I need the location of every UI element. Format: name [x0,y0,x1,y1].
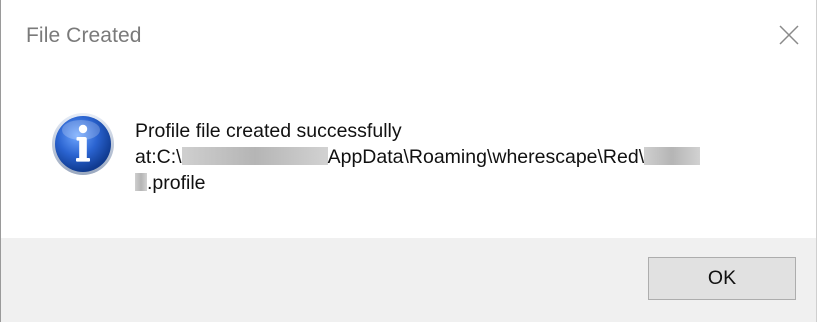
message-dialog: File Created Profile file created succes… [0,0,817,322]
path-suffix: .profile [147,172,206,194]
ok-button[interactable]: OK [648,257,796,300]
path-middle: AppData\Roaming\wherescape\Red\ [327,146,645,168]
close-icon [779,25,799,45]
dialog-content: Profile file created successfully at:C:\… [1,74,816,238]
path-prefix: at:C:\ [135,146,182,168]
message-line-1: Profile file created successfully [135,120,402,142]
dialog-title: File Created [26,24,142,47]
redacted-profile-name-continued [135,173,147,192]
message-line-2: at:C:\ AppData\Roaming\wherescape\Red\ [135,144,701,170]
ok-button-label: OK [707,267,737,289]
message-text: Profile file created successfully at:C:\… [135,118,701,196]
button-bar: OK [1,238,816,322]
message-line-3: .profile [135,170,700,196]
title-bar: File Created [1,0,816,74]
close-button[interactable] [772,18,806,52]
redacted-profile-name [644,147,701,166]
info-icon [52,113,114,175]
redacted-username [181,147,328,166]
